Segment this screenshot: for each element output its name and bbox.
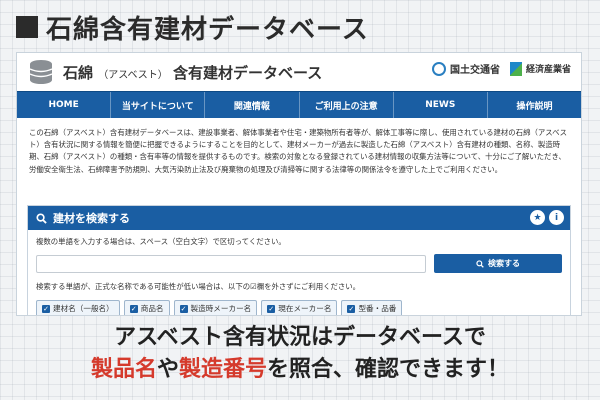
filter-label: 建材名（一般名）: [53, 304, 114, 313]
database-icon: [29, 60, 53, 84]
search-panel-header: 建材を検索する ★ i: [28, 206, 570, 230]
search-panel-title: 建材を検索する: [53, 212, 130, 225]
check-icon: ✓: [267, 304, 276, 313]
search-input[interactable]: [36, 254, 426, 273]
mlit-name: 国土交通省: [449, 65, 500, 76]
check-icon: ✓: [347, 304, 356, 313]
site-title-small: （アスベスト）: [98, 69, 168, 81]
search-panel: 建材を検索する ★ i 複数の単語を入力する場合は、スペース（空白文字）で区切っ…: [27, 205, 571, 315]
search-note: 検索する単語が、正式な名称である可能性が低い場合は、以下の☑欄を外さずにご利用く…: [36, 282, 361, 291]
caption-line-2: 製品名や製造番号を照合、確認できます！: [0, 353, 600, 387]
search-hint: 複数の単語を入力する場合は、スペース（空白文字）で区切ってください。: [36, 237, 286, 246]
site-title-part-1: 石綿: [63, 63, 94, 82]
caption: アスベスト含有状況はデータベースで 製品名や製造番号を照合、確認できます！: [0, 323, 600, 387]
caption-text-ya: や: [156, 357, 179, 382]
filter-generic-name[interactable]: ✓ 建材名（一般名）: [36, 300, 120, 315]
search-button[interactable]: 検索する: [434, 254, 562, 273]
site-title[interactable]: 石綿 （アスベスト） 含有建材データベース: [63, 62, 322, 83]
meti-logo-link[interactable]: 経済産業省: [509, 61, 571, 76]
site-header: 石綿 （アスベスト） 含有建材データベース 国土交通省 経済産業省: [17, 53, 581, 91]
headline: 石綿含有建材データベース: [16, 8, 369, 46]
nav-news[interactable]: NEWS: [394, 92, 488, 118]
caption-highlight-product: 製品名: [90, 357, 157, 382]
search-filters: ✓ 建材名（一般名） ✓ 商品名 ✓ 製造時メーカー名 ✓ 現在メーカー名 ✓ 型番・品番: [36, 300, 562, 315]
search-button-label: 検索する: [488, 259, 520, 268]
filter-label: 商品名: [140, 304, 164, 313]
website-screenshot: 石綿 （アスベスト） 含有建材データベース 国土交通省 経済産業省 HOME 当…: [16, 52, 582, 316]
info-icon[interactable]: i: [549, 210, 564, 225]
filter-product-name[interactable]: ✓ 商品名: [123, 300, 170, 315]
filter-label: 現在メーカー名: [278, 304, 332, 313]
check-icon: ✓: [179, 304, 188, 313]
meti-logo-icon: [509, 61, 522, 76]
star-icon[interactable]: ★: [530, 210, 545, 225]
meti-name: 経済産業省: [525, 65, 571, 75]
site-description: この石綿（アスベスト）含有建材データベースは、建設事業者、解体事業者や住宅・建築…: [29, 128, 568, 174]
mlit-logo-icon: [431, 61, 446, 76]
filter-label: 製造時メーカー名: [190, 304, 252, 313]
nav-about[interactable]: 当サイトについて: [111, 92, 206, 118]
check-icon: ✓: [129, 304, 138, 313]
nav-home[interactable]: HOME: [17, 92, 112, 118]
filter-model-number[interactable]: ✓ 型番・品番: [341, 300, 403, 315]
site-title-part-2: 含有建材データベース: [172, 63, 323, 82]
ministry-logos: 国土交通省 経済産業省: [431, 61, 571, 76]
filter-manufacturer-at-time[interactable]: ✓ 製造時メーカー名: [173, 300, 258, 315]
mlit-logo-link[interactable]: 国土交通省: [431, 61, 500, 76]
headline-text: 石綿含有建材データベース: [46, 14, 369, 45]
caption-text-end: を照合、確認できます！: [267, 357, 510, 382]
caption-line-1: アスベスト含有状況はデータベースで: [114, 325, 486, 350]
caption-highlight-serial: 製造番号: [179, 357, 268, 382]
nav-notes[interactable]: ご利用上の注意: [300, 92, 394, 118]
headline-square-icon: [16, 16, 38, 38]
nav-howto[interactable]: 操作説明: [488, 92, 581, 118]
check-icon: ✓: [42, 304, 50, 313]
search-button-icon: [476, 259, 484, 268]
filter-current-manufacturer[interactable]: ✓ 現在メーカー名: [261, 300, 338, 315]
nav-related[interactable]: 関連情報: [205, 92, 300, 118]
search-icon: [36, 212, 47, 224]
filter-label: 型番・品番: [358, 304, 397, 313]
main-nav: HOME 当サイトについて 関連情報 ご利用上の注意 NEWS 操作説明: [17, 91, 581, 118]
